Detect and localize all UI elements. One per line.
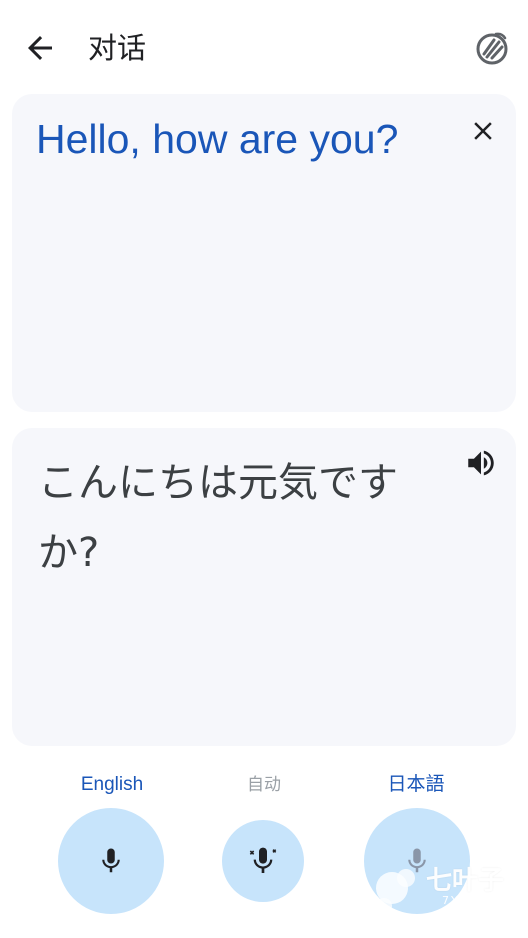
leaf-logo-icon: [376, 869, 415, 914]
page-title: 对话: [88, 31, 147, 65]
hand-wave-icon: [476, 32, 508, 65]
translation-text: こんにちは元気ですか?: [38, 460, 398, 576]
translation-text-card: こんにちは元気ですか?: [12, 428, 516, 746]
clear-text-button[interactable]: [468, 116, 498, 146]
close-icon: [474, 122, 492, 140]
watermark-domain: 7YZ.COM: [442, 894, 507, 907]
hand-wave-button[interactable]: [472, 28, 512, 68]
source-text-card[interactable]: Hello, how are you?: [12, 94, 516, 412]
back-button[interactable]: [22, 30, 58, 66]
source-text[interactable]: Hello, how are you?: [36, 112, 416, 166]
auto-mode-label[interactable]: 自动: [214, 772, 314, 798]
listen-button[interactable]: [464, 446, 498, 480]
mic-icon: [102, 848, 120, 873]
watermark-logo: 七叶子 7YZ.COM: [372, 856, 522, 926]
auto-mic-icon: [249, 847, 277, 873]
speaker-icon: [468, 450, 494, 476]
watermark-brand: 七叶子: [426, 866, 505, 896]
arrow-back-icon: [28, 36, 52, 60]
target-language-label[interactable]: 日本語: [356, 772, 476, 798]
top-app-bar: 对话: [0, 0, 528, 96]
auto-mic-button[interactable]: [222, 820, 304, 902]
source-language-label[interactable]: English: [52, 772, 172, 798]
mic-button-english[interactable]: [58, 808, 164, 914]
